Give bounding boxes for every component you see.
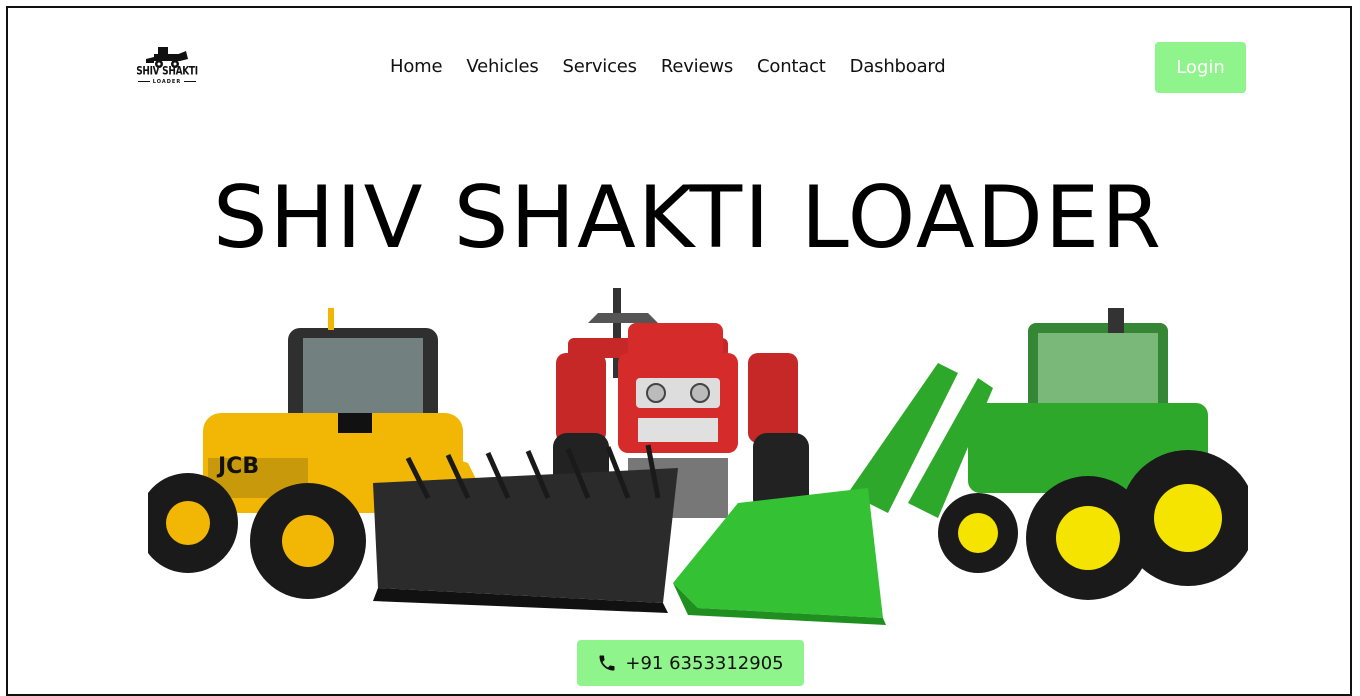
svg-text:JCB: JCB [216,454,259,479]
nav-services[interactable]: Services [563,56,638,77]
logo-sub-text: LOADER [152,79,182,85]
logo-main-text: SHIV SHAKTI [136,65,198,79]
main-nav: Home Vehicles Services Reviews Contact D… [390,56,946,77]
hero-title: SHIV SHAKTI LOADER [212,168,1163,268]
nav-contact[interactable]: Contact [757,56,826,77]
login-button[interactable]: Login [1155,42,1246,93]
page-frame: SHIV SHAKTI LOADER Home Vehicles Service… [6,6,1352,696]
phone-call-button[interactable]: +91 6353312905 [577,640,804,686]
brand-logo[interactable]: SHIV SHAKTI LOADER [136,45,198,89]
green-tractor-illustration [848,308,1248,600]
nav-dashboard[interactable]: Dashboard [850,56,946,77]
nav-home[interactable]: Home [390,56,443,77]
phone-icon [599,655,615,671]
hero-vehicles-image: JCB [148,288,1248,625]
nav-vehicles[interactable]: Vehicles [466,56,538,77]
logo-divider-right [184,81,196,82]
nav-reviews[interactable]: Reviews [661,56,733,77]
phone-number-label: +91 6353312905 [625,652,784,674]
